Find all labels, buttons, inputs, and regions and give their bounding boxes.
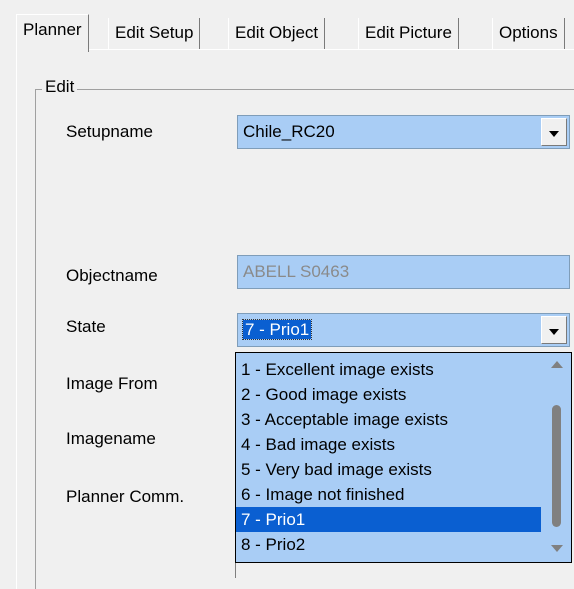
state-combobox[interactable]: 7 - Prio1 — [237, 313, 570, 347]
tab-edit-object[interactable]: Edit Object — [228, 18, 326, 50]
image-from-label: Image From — [66, 374, 158, 393]
objectname-value: ABELL S0463 — [243, 262, 350, 281]
state-dropdown-button[interactable] — [541, 316, 567, 344]
state-option[interactable]: 2 - Good image exists — [236, 382, 541, 407]
scroll-down-arrow-icon[interactable] — [551, 545, 563, 552]
state-option[interactable]: 6 - Image not finished — [236, 482, 541, 507]
scrollbar-thumb[interactable] — [552, 405, 561, 527]
state-option-selected[interactable]: 7 - Prio1 — [236, 507, 541, 532]
tab-planner-label: Planner — [23, 20, 82, 39]
tab-options[interactable]: Options — [492, 18, 565, 50]
group-title: Edit — [42, 76, 78, 98]
state-option[interactable]: 1 - Excellent image exists — [236, 357, 541, 382]
tab-edit-setup[interactable]: Edit Setup — [108, 18, 201, 50]
field-edge-line — [235, 562, 236, 578]
state-value: 7 - Prio1 — [241, 319, 313, 340]
state-option[interactable]: 5 - Very bad image exists — [236, 457, 541, 482]
state-option[interactable]: 3 - Acceptable image exists — [236, 407, 541, 432]
setupname-value: Chile_RC20 — [243, 122, 335, 141]
setupname-label: Setupname — [66, 122, 153, 141]
state-label: State — [66, 317, 106, 336]
objectname-field[interactable]: ABELL S0463 — [237, 255, 570, 289]
planner-comm-label: Planner Comm. — [66, 487, 185, 506]
state-option[interactable]: 4 - Bad image exists — [236, 432, 541, 457]
imagename-label: Imagename — [66, 429, 156, 448]
state-dropdown-list[interactable]: 1 - Excellent image exists 2 - Good imag… — [235, 352, 572, 563]
tab-strip: Planner Edit Setup Edit Object Edit Pict… — [16, 14, 574, 52]
tab-edit-picture[interactable]: Edit Picture — [358, 18, 459, 50]
tab-planner[interactable]: Planner — [16, 14, 89, 52]
setupname-dropdown-button[interactable] — [541, 118, 567, 146]
tab-edit-setup-label: Edit Setup — [115, 23, 194, 42]
tab-edit-object-label: Edit Object — [235, 23, 319, 42]
objectname-label: Objectname — [66, 266, 158, 285]
setupname-combobox[interactable]: Chile_RC20 — [237, 115, 570, 149]
scroll-up-arrow-icon[interactable] — [551, 361, 563, 368]
tab-options-label: Options — [499, 23, 558, 42]
tab-edit-picture-label: Edit Picture — [365, 23, 452, 42]
dropdown-scrollbar[interactable] — [541, 353, 571, 562]
state-option[interactable]: 8 - Prio2 — [236, 532, 541, 557]
